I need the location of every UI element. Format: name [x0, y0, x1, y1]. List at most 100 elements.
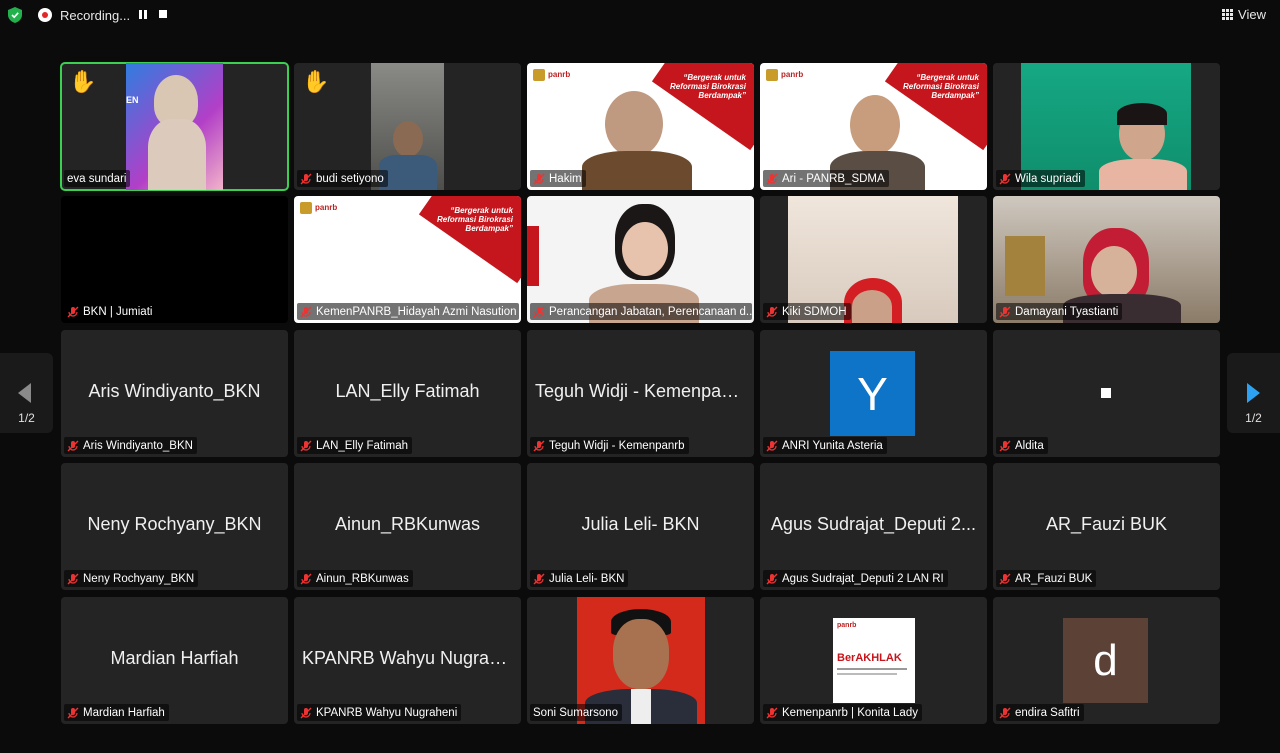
participant-name-tag: BKN | Jumiati: [64, 303, 157, 320]
participant-name-tag: Kiki SDMOH: [763, 303, 851, 320]
participant-tile[interactable]: AR_Fauzi BUK AR_Fauzi BUK: [993, 463, 1220, 590]
participant-name-tag: Julia Leli- BKN: [530, 570, 629, 587]
participant-display-name: Teguh Widji - Kemenpan...: [535, 381, 747, 401]
participant-tile[interactable]: Teguh Widji - Kemenpan... Teguh Widji - …: [527, 330, 754, 457]
mic-muted-icon: [67, 306, 79, 317]
participant-tile[interactable]: KPANRB Wahyu Nugrah... KPANRB Wahyu Nugr…: [294, 597, 521, 724]
participant-name-tag: LAN_Elly Fatimah: [297, 437, 413, 454]
participant-name-tag: Soni Sumarsono: [530, 704, 623, 721]
pause-recording-button[interactable]: [137, 8, 149, 20]
mic-muted-icon: [533, 306, 545, 317]
participant-name-tag: KPANRB Wahyu Nugraheni: [297, 704, 462, 721]
participant-tile[interactable]: BKN | Jumiati: [61, 196, 288, 323]
mic-muted-icon: [766, 173, 778, 184]
participant-name-tag: budi setiyono: [297, 170, 388, 187]
page-indicator: 1/2: [1245, 411, 1262, 425]
participant-name-tag: endira Safitri: [996, 704, 1084, 721]
participant-name-tag: Kemenpanrb | Konita Lady: [763, 704, 922, 721]
participant-name-tag: Mardian Harfiah: [64, 704, 169, 721]
stop-recording-button[interactable]: [157, 8, 169, 20]
participant-display-name: AR_Fauzi BUK: [1045, 514, 1168, 534]
participant-tile[interactable]: panrb BerAKHLAK Kemenpanrb | Konita Lady: [760, 597, 987, 724]
mic-muted-icon: [533, 173, 545, 184]
participant-tile[interactable]: ✋ budi setiyono: [294, 63, 521, 190]
participant-avatar: d: [1063, 618, 1148, 703]
mic-muted-icon: [300, 173, 312, 184]
participant-tile[interactable]: Julia Leli- BKN Julia Leli- BKN: [527, 463, 754, 590]
participant-tile[interactable]: Soni Sumarsono: [527, 597, 754, 724]
participant-tile[interactable]: Mardian Harfiah Mardian Harfiah: [61, 597, 288, 724]
raised-hand-icon: ✋: [302, 69, 330, 94]
arrow-right-icon: [1247, 383, 1260, 403]
mic-muted-icon: [766, 306, 778, 317]
participant-name-tag: Aldita: [996, 437, 1048, 454]
participant-tile[interactable]: panrb “Bergerak untuk Reformasi Birokras…: [527, 63, 754, 190]
participant-avatar: [1101, 388, 1111, 398]
participant-tile[interactable]: Damayani Tyastianti: [993, 196, 1220, 323]
participant-tile[interactable]: EN ✋ eva sundari: [60, 62, 289, 191]
participant-tile[interactable]: Y ANRI Yunita Asteria: [760, 330, 987, 457]
page-indicator: 1/2: [18, 411, 35, 425]
participant-avatar: panrb BerAKHLAK: [833, 618, 915, 703]
participant-display-name: Neny Rochyany_BKN: [87, 514, 262, 534]
meeting-topbar: Recording... View: [0, 0, 1280, 30]
raised-hand-icon: ✋: [69, 69, 97, 94]
grid-view-icon: [1222, 9, 1234, 20]
participant-tile[interactable]: Aldita: [993, 330, 1220, 457]
participant-gallery: EN ✋ eva sundari ✋ budi setiyono panrb “…: [60, 62, 1220, 725]
mic-muted-icon: [300, 707, 312, 718]
participant-tile[interactable]: panrb “Bergerak untuk Reformasi Birokras…: [760, 63, 987, 190]
participant-name-tag: Ainun_RBKunwas: [297, 570, 413, 587]
participant-tile[interactable]: d endira Safitri: [993, 597, 1220, 724]
recording-indicator: Recording...: [38, 7, 130, 23]
participant-tile[interactable]: panrb “Bergerak untuk Reformasi Birokras…: [294, 196, 521, 323]
participant-display-name: Ainun_RBKunwas: [334, 514, 481, 534]
mic-muted-icon: [766, 573, 778, 584]
mic-muted-icon: [999, 440, 1011, 451]
stop-icon: [159, 10, 167, 18]
participant-name-tag: AR_Fauzi BUK: [996, 570, 1097, 587]
mic-muted-icon: [766, 707, 778, 718]
participant-avatar: Y: [830, 351, 915, 436]
participant-display-name: Agus Sudrajat_Deputi 2...: [770, 514, 977, 534]
participant-tile[interactable]: Aris Windiyanto_BKN Aris Windiyanto_BKN: [61, 330, 288, 457]
shield-icon[interactable]: [8, 7, 22, 23]
participant-tile[interactable]: Perancangan Jabatan, Perencanaan d...: [527, 196, 754, 323]
participant-tile[interactable]: LAN_Elly Fatimah LAN_Elly Fatimah: [294, 330, 521, 457]
participant-name-tag: Ari - PANRB_SDMA: [763, 170, 889, 187]
participant-display-name: LAN_Elly Fatimah: [335, 381, 480, 401]
view-label: View: [1238, 7, 1266, 22]
participant-name-tag: ANRI Yunita Asteria: [763, 437, 887, 454]
participant-name-tag: eva sundari: [64, 170, 131, 187]
recording-label: Recording...: [60, 7, 131, 23]
mic-muted-icon: [999, 573, 1011, 584]
participant-name-tag: Damayani Tyastianti: [996, 303, 1123, 320]
participant-tile[interactable]: Ainun_RBKunwas Ainun_RBKunwas: [294, 463, 521, 590]
mic-muted-icon: [999, 173, 1011, 184]
participant-name-tag: Aris Windiyanto_BKN: [64, 437, 197, 454]
mic-muted-icon: [67, 707, 79, 718]
participant-name-tag: Agus Sudrajat_Deputi 2 LAN RI: [763, 570, 948, 587]
participant-video: EN: [126, 63, 223, 190]
next-page-button[interactable]: 1/2: [1227, 353, 1280, 433]
participant-tile[interactable]: Agus Sudrajat_Deputi 2... Agus Sudrajat_…: [760, 463, 987, 590]
participant-tile[interactable]: Wila supriadi: [993, 63, 1220, 190]
recording-icon: [38, 8, 52, 22]
participant-display-name: KPANRB Wahyu Nugrah...: [302, 648, 515, 668]
mic-muted-icon: [67, 573, 79, 584]
participant-name-tag: KemenPANRB_Hidayah Azmi Nasution: [297, 303, 519, 320]
participant-name-tag: Teguh Widji - Kemenpanrb: [530, 437, 689, 454]
mic-muted-icon: [999, 306, 1011, 317]
participant-name-tag: Hakim: [530, 170, 586, 187]
participant-name-tag: Wila supriadi: [996, 170, 1085, 187]
mic-muted-icon: [300, 306, 312, 317]
participant-tile[interactable]: Kiki SDMOH: [760, 196, 987, 323]
mic-muted-icon: [300, 440, 312, 451]
previous-page-button[interactable]: 1/2: [0, 353, 53, 433]
mic-muted-icon: [766, 440, 778, 451]
participant-display-name: Aris Windiyanto_BKN: [88, 381, 261, 401]
mic-muted-icon: [533, 573, 545, 584]
view-button[interactable]: View: [1222, 7, 1266, 22]
participant-tile[interactable]: Neny Rochyany_BKN Neny Rochyany_BKN: [61, 463, 288, 590]
participant-display-name: Mardian Harfiah: [110, 648, 239, 668]
